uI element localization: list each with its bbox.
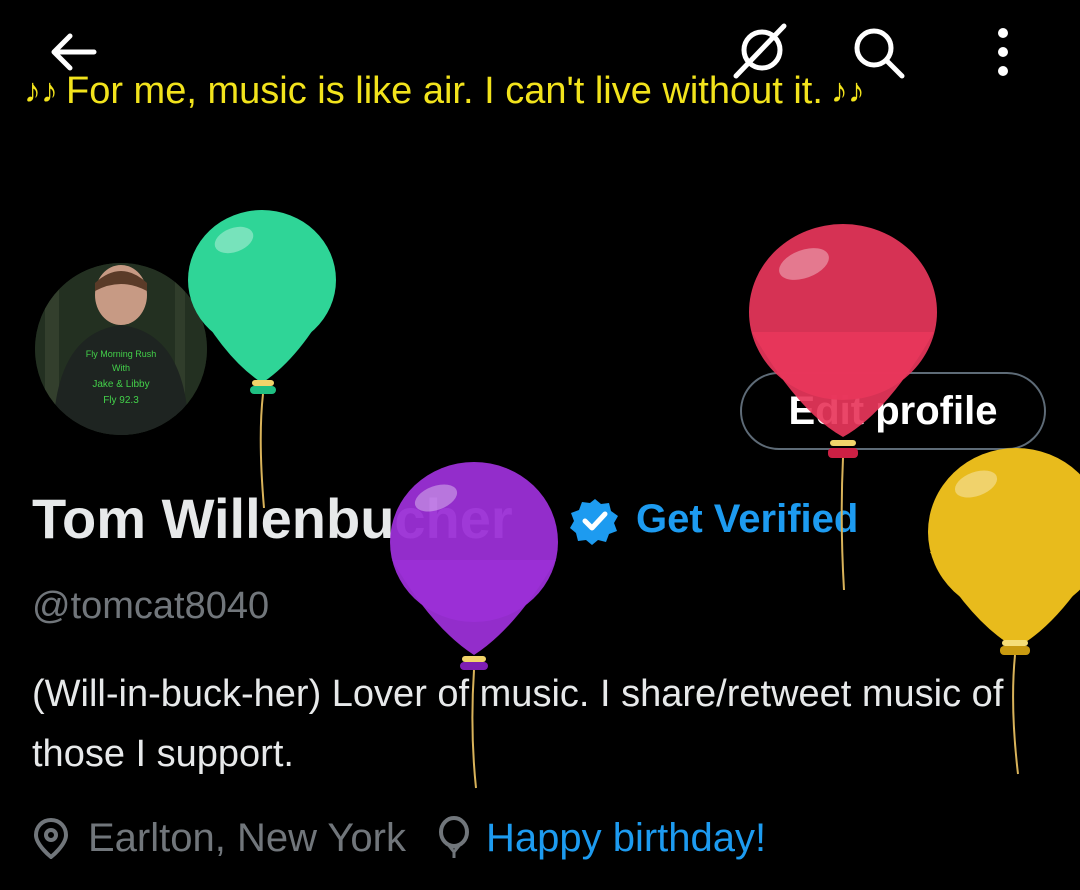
shirt-text-line-1: Fly Morning Rush xyxy=(86,349,157,359)
location-pin-icon xyxy=(33,817,69,859)
get-verified-link[interactable]: Get Verified xyxy=(636,497,858,542)
arrow-left-icon xyxy=(51,33,97,71)
shirt-text-line-4: Fly 92.3 xyxy=(103,395,139,406)
avatar-photo: Fly Morning Rush With Jake & Libby Fly 9… xyxy=(35,263,207,435)
verified-badge-icon[interactable] xyxy=(570,496,620,546)
edit-profile-button[interactable]: Edit profile xyxy=(740,372,1046,450)
profile-bio: (Will-in-buck-her) Lover of music. I sha… xyxy=(32,673,1004,775)
shirt-text-line-2: With xyxy=(112,363,130,373)
avatar[interactable]: Fly Morning Rush With Jake & Libby Fly 9… xyxy=(32,260,210,438)
profile-meta-row: Earlton, New York Happy birthday! xyxy=(32,810,766,866)
balloon-icon xyxy=(438,816,469,858)
music-note-icon-left: ♪♪ xyxy=(24,72,58,110)
banner-quote-text: For me, music is like air. I can't live … xyxy=(66,70,823,112)
profile-handle: @tomcat8040 xyxy=(32,585,270,627)
shirt-text-line-3: Jake & Libby xyxy=(92,379,149,390)
birthday-link[interactable]: Happy birthday! xyxy=(486,816,766,861)
banner-quote: ♪♪ For me, music is like air. I can't li… xyxy=(24,70,1064,113)
profile-name: Tom Willenbucher xyxy=(32,487,513,550)
music-note-icon-right: ♪♪ xyxy=(830,72,865,110)
profile-location: Earlton, New York xyxy=(88,815,406,860)
